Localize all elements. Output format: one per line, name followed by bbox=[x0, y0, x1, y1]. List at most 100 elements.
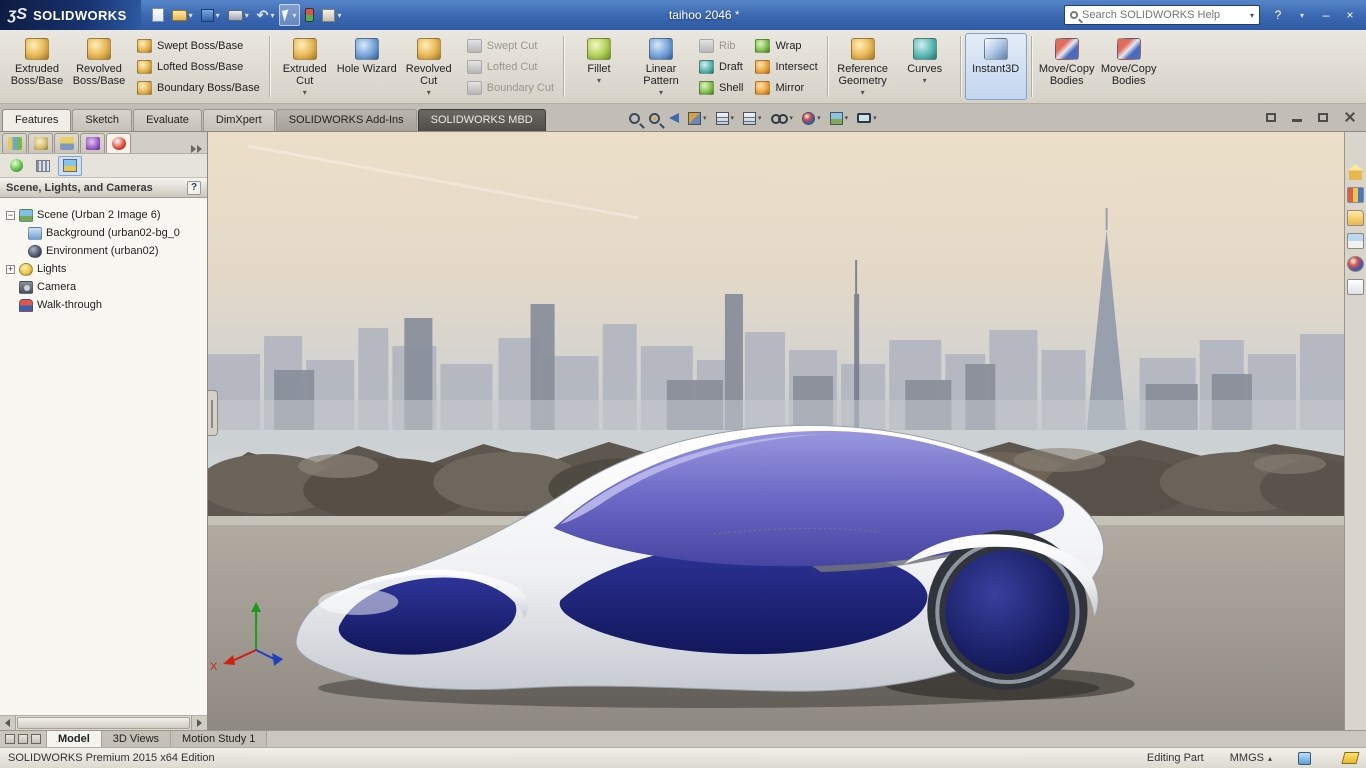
panel-flyout-control[interactable] bbox=[191, 145, 204, 153]
hole-wizard-icon bbox=[355, 38, 379, 60]
extruded-boss-base-button[interactable]: Extruded Boss/Base bbox=[6, 33, 68, 100]
view-scene-lights-cameras-tab[interactable] bbox=[58, 156, 82, 176]
print-button[interactable]: ▾ bbox=[225, 4, 252, 26]
shell-button[interactable]: Shell bbox=[696, 80, 748, 96]
mirror-button[interactable]: Mirror bbox=[752, 80, 822, 96]
intersect-button[interactable]: Intersect bbox=[752, 59, 822, 75]
tab-dimxpert[interactable]: DimXpert bbox=[203, 109, 275, 131]
expander-plus-icon[interactable]: + bbox=[6, 265, 15, 274]
expander-minus-icon[interactable]: − bbox=[6, 211, 15, 220]
units-selector[interactable]: MMGS ▴ bbox=[1230, 752, 1272, 764]
hole-wizard-button[interactable]: Hole Wizard bbox=[336, 33, 398, 100]
previous-view-button[interactable] bbox=[666, 108, 682, 128]
search-input[interactable] bbox=[1082, 9, 1246, 21]
close-button[interactable]: × bbox=[1342, 7, 1358, 23]
panel-splitter-handle[interactable] bbox=[208, 390, 218, 436]
tree-node-lights[interactable]: + Lights bbox=[2, 260, 205, 278]
tab-sketch[interactable]: Sketch bbox=[72, 109, 132, 131]
help-button[interactable]: ? bbox=[1270, 7, 1286, 23]
view-settings-button[interactable]: ▾ bbox=[854, 108, 880, 128]
lofted-boss-base-button[interactable]: Lofted Boss/Base bbox=[134, 59, 265, 75]
extruded-cut-button[interactable]: Extruded Cut ▾ bbox=[274, 33, 336, 100]
lofted-cut-button[interactable]: Lofted Cut bbox=[464, 59, 559, 75]
view-orientation-button[interactable]: ▾ bbox=[713, 108, 738, 128]
appearances-scenes-decals-icon[interactable] bbox=[1347, 256, 1364, 272]
draft-button[interactable]: Draft bbox=[696, 59, 748, 75]
split-view-icon[interactable] bbox=[5, 734, 15, 744]
view-appearances-tab[interactable] bbox=[4, 156, 28, 176]
tree-node-scene[interactable]: − Scene (Urban 2 Image 6) bbox=[2, 206, 205, 224]
options-button[interactable]: ▾ bbox=[319, 4, 344, 26]
solidworks-resources-icon[interactable] bbox=[1347, 164, 1364, 180]
new-button[interactable] bbox=[149, 4, 167, 26]
edit-appearance-button[interactable]: ▾ bbox=[799, 108, 824, 128]
instant3d-button[interactable]: Instant3D bbox=[965, 33, 1027, 100]
doc-minimize-icon[interactable] bbox=[1292, 119, 1302, 122]
wrap-button[interactable]: Wrap bbox=[752, 38, 822, 54]
view-palette-icon[interactable] bbox=[1347, 233, 1364, 249]
zoom-to-area-button[interactable] bbox=[646, 108, 663, 128]
curves-button[interactable]: Curves ▾ bbox=[894, 33, 956, 100]
display-manager-tab[interactable] bbox=[106, 133, 131, 153]
property-manager-tab[interactable] bbox=[28, 133, 53, 153]
tree-node-background[interactable]: Background (urban02-bg_0 bbox=[2, 224, 205, 242]
scroll-left-button[interactable] bbox=[0, 716, 16, 730]
tab-evaluate[interactable]: Evaluate bbox=[133, 109, 202, 131]
search-dropdown-caret[interactable]: ▾ bbox=[1250, 11, 1254, 20]
fillet-button[interactable]: Fillet ▾ bbox=[568, 33, 630, 100]
swept-cut-button[interactable]: Swept Cut bbox=[464, 38, 559, 54]
doc-close-icon[interactable] bbox=[1344, 111, 1356, 123]
view-decals-tab[interactable] bbox=[31, 156, 55, 176]
feature-manager-tab[interactable] bbox=[2, 133, 27, 153]
configuration-manager-tab[interactable] bbox=[54, 133, 79, 153]
open-button[interactable]: ▾ bbox=[169, 4, 196, 26]
move-copy-bodies-button[interactable]: Move/Copy Bodies bbox=[1036, 33, 1098, 100]
rebuild-button[interactable] bbox=[302, 4, 317, 26]
revolved-cut-button[interactable]: Revolved Cut ▾ bbox=[398, 33, 460, 100]
tab-3d-views[interactable]: 3D Views bbox=[102, 731, 171, 747]
tree-node-environment[interactable]: Environment (urban02) bbox=[2, 242, 205, 260]
doc-restore-icon[interactable] bbox=[1318, 113, 1328, 122]
tab-solidworks-add-ins[interactable]: SOLIDWORKS Add-Ins bbox=[276, 109, 417, 131]
boundary-boss-base-button[interactable]: Boundary Boss/Base bbox=[134, 80, 265, 96]
rib-icon bbox=[699, 39, 714, 53]
section-view-button[interactable]: ▾ bbox=[685, 108, 710, 128]
tab-scroll-left-icon[interactable] bbox=[18, 734, 28, 744]
mbd-indicator-icon[interactable] bbox=[1298, 752, 1311, 765]
tab-features[interactable]: Features bbox=[2, 109, 71, 131]
help-search-box[interactable]: ▾ bbox=[1064, 5, 1260, 25]
tree-node-walkthrough[interactable]: Walk-through bbox=[2, 296, 205, 314]
apply-scene-button[interactable]: ▾ bbox=[827, 108, 852, 128]
boundary-cut-button[interactable]: Boundary Cut bbox=[464, 80, 559, 96]
custom-properties-icon[interactable] bbox=[1347, 279, 1364, 295]
scroll-right-button[interactable] bbox=[191, 716, 207, 730]
zoom-to-fit-button[interactable] bbox=[626, 108, 643, 128]
panel-horizontal-scrollbar[interactable] bbox=[0, 715, 207, 730]
select-button[interactable]: ▾ bbox=[279, 4, 300, 26]
rib-button[interactable]: Rib bbox=[696, 38, 748, 54]
scrollbar-thumb[interactable] bbox=[17, 717, 190, 729]
design-library-icon[interactable] bbox=[1347, 187, 1364, 203]
hide-show-items-button[interactable]: ▾ bbox=[768, 108, 797, 128]
dimxpert-manager-tab[interactable] bbox=[80, 133, 105, 153]
move-copy-bodies-button-2[interactable]: Move/Copy Bodies bbox=[1098, 33, 1160, 100]
panel-help-button[interactable]: ? bbox=[187, 181, 201, 195]
viewport-3d[interactable]: X bbox=[208, 132, 1344, 730]
tree-node-camera[interactable]: Camera bbox=[2, 278, 205, 296]
undo-button[interactable]: ↶▾ bbox=[254, 4, 278, 26]
tab-model[interactable]: Model bbox=[47, 731, 102, 747]
file-explorer-icon[interactable] bbox=[1347, 210, 1364, 226]
tab-solidworks-mbd[interactable]: SOLIDWORKS MBD bbox=[418, 109, 546, 131]
minimize-button[interactable]: – bbox=[1318, 7, 1334, 23]
doc-cascade-icon[interactable] bbox=[1266, 113, 1276, 122]
tag-icon[interactable] bbox=[1342, 752, 1360, 764]
swept-boss-base-button[interactable]: Swept Boss/Base bbox=[134, 38, 265, 54]
tab-scroll-right-icon[interactable] bbox=[31, 734, 41, 744]
revolved-boss-base-button[interactable]: Revolved Boss/Base bbox=[68, 33, 130, 100]
tab-motion-study-1[interactable]: Motion Study 1 bbox=[171, 731, 267, 747]
help-dropdown-caret[interactable]: ▾ bbox=[1294, 6, 1310, 24]
display-style-button[interactable]: ▾ bbox=[740, 108, 765, 128]
linear-pattern-button[interactable]: Linear Pattern ▾ bbox=[630, 33, 692, 100]
save-button[interactable]: ▾ bbox=[198, 4, 223, 26]
reference-geometry-button[interactable]: Reference Geometry ▾ bbox=[832, 33, 894, 100]
